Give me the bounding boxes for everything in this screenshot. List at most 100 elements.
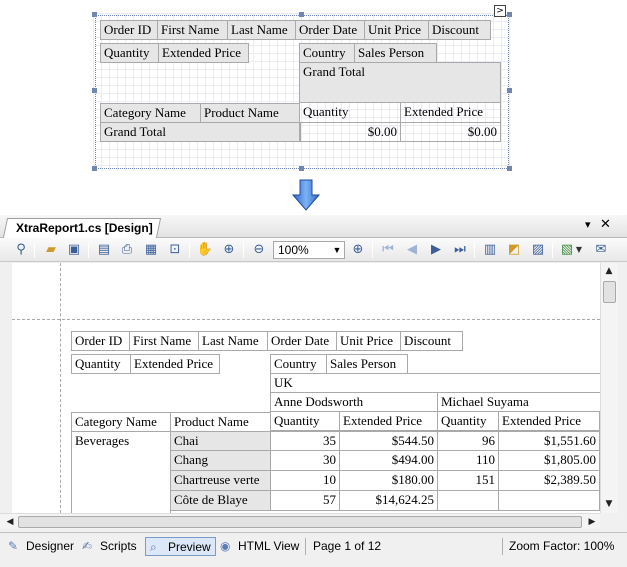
page-setup-icon[interactable]: ▤	[95, 241, 113, 259]
zoom-out-icon[interactable]: ⊖	[250, 241, 268, 259]
html-view-tab[interactable]: ◉ HTML View	[216, 537, 303, 556]
page-margin-line	[12, 319, 600, 320]
data-header-quantity[interactable]: Quantity	[299, 102, 401, 123]
preview-last-name: Last Name	[198, 331, 268, 351]
resize-handle[interactable]	[299, 166, 304, 171]
resize-handle[interactable]	[92, 12, 97, 17]
preview-extended-price-header: Extended Price	[339, 411, 438, 431]
page-indicator: Page 1 of 12	[313, 539, 382, 553]
resize-handle[interactable]	[92, 88, 97, 93]
field-unit-price[interactable]: Unit Price	[364, 20, 429, 40]
zoom-in-icon[interactable]: ⊕	[349, 241, 367, 259]
multiple-pages-icon[interactable]: ▥	[481, 241, 499, 259]
preview-category-name-header: Category Name	[71, 412, 171, 432]
resize-handle[interactable]	[507, 166, 512, 171]
zoom-combobox[interactable]: 100% ▼	[273, 241, 345, 259]
field-order-date[interactable]: Order Date	[295, 20, 365, 40]
field-order-id[interactable]: Order ID	[100, 20, 158, 40]
extended-price-cell: $1,805.00	[498, 450, 600, 471]
sales-person-value: Anne Dodsworth	[270, 392, 438, 412]
grand-total-row-header[interactable]: Grand Total	[100, 122, 301, 142]
extended-price-cell	[498, 490, 600, 511]
export-icon[interactable]: ⊡	[166, 241, 184, 259]
column-area-sales-person[interactable]: Sales Person	[354, 43, 437, 63]
vertical-scrollbar[interactable]: ▲ ▼	[600, 263, 618, 513]
hand-tool-icon[interactable]: ✋	[196, 241, 214, 259]
category-value: Beverages	[71, 431, 171, 513]
row-area-product-name[interactable]: Product Name	[200, 103, 300, 123]
resize-handle[interactable]	[507, 88, 512, 93]
status-bar: ✎ Designer ✍ Scripts ⌕ Preview ◉ HTML View P…	[0, 532, 627, 558]
designer-tab[interactable]: ✎ Designer	[4, 537, 78, 556]
next-page-icon[interactable]: ▶	[427, 241, 445, 259]
scripts-icon: ✍	[82, 539, 93, 553]
preview-icon: ⌕	[150, 540, 157, 554]
resize-handle[interactable]	[299, 12, 304, 17]
preview-page[interactable]: Order ID First Name Last Name Order Date…	[12, 263, 600, 513]
scroll-left-icon[interactable]: ◀	[2, 514, 18, 530]
quantity-cell: 35	[270, 431, 340, 451]
send-email-icon[interactable]: ✉	[592, 241, 610, 259]
watermark-icon[interactable]: ▨	[529, 241, 547, 259]
arrow-down-icon	[292, 179, 320, 211]
quantity-cell: 30	[270, 450, 340, 471]
product-name-cell: Chang	[170, 450, 271, 471]
preview-tab[interactable]: ⌕ Preview	[145, 537, 216, 556]
previous-page-icon[interactable]: ◀	[403, 241, 421, 259]
smart-tag-icon[interactable]: >	[494, 5, 506, 17]
window-position-dropdown-icon[interactable]: ▾	[585, 218, 591, 231]
first-page-icon[interactable]: ⏮	[379, 241, 397, 259]
print-icon[interactable]: ⎙	[118, 241, 136, 259]
grand-total-column-header[interactable]: Grand Total	[299, 62, 501, 103]
field-first-name[interactable]: First Name	[157, 20, 228, 40]
resize-handle[interactable]	[507, 12, 512, 17]
column-area-country[interactable]: Country	[299, 43, 355, 63]
field-last-name[interactable]: Last Name	[227, 20, 296, 40]
scroll-down-icon[interactable]: ▼	[601, 496, 617, 512]
close-icon[interactable]: ✕	[600, 217, 611, 232]
extended-price-cell: $2,389.50	[498, 470, 600, 491]
open-icon[interactable]: ▰	[42, 241, 60, 259]
background-color-icon[interactable]: ◩	[505, 241, 523, 259]
extended-price-cell: $544.50	[339, 431, 438, 451]
quantity-cell: 10	[270, 470, 340, 491]
scroll-thumb[interactable]	[603, 281, 616, 303]
quantity-cell: 110	[437, 450, 499, 471]
field-quantity[interactable]: Quantity	[100, 43, 159, 63]
search-icon[interactable]: ⚲	[12, 241, 30, 259]
document-tab[interactable]: XtraReport1.cs [Design]	[2, 218, 161, 238]
document-tab-strip: XtraReport1.cs [Design] ▾ ✕	[0, 215, 627, 238]
product-name-cell: Chai	[170, 431, 271, 451]
quantity-cell: 96	[437, 431, 499, 451]
scroll-right-icon[interactable]: ▶	[584, 514, 600, 530]
extended-price-cell: $14,624.25	[339, 490, 438, 511]
zoom-factor-indicator[interactable]: Zoom Factor: 100%	[505, 537, 618, 556]
scroll-up-icon[interactable]: ▲	[601, 263, 617, 279]
last-page-icon[interactable]: ⏭	[451, 241, 469, 259]
extended-price-cell: $494.00	[339, 450, 438, 471]
horizontal-scrollbar[interactable]: ◀ ▶	[0, 513, 600, 529]
magnifier-icon[interactable]: ⊕	[220, 241, 238, 259]
quick-print-icon[interactable]: ▦	[142, 241, 160, 259]
designer-icon: ✎	[8, 539, 19, 553]
grand-total-quantity[interactable]: $0.00	[299, 122, 401, 142]
field-discount[interactable]: Discount	[428, 20, 491, 40]
export-dropdown-icon[interactable]: ▼	[574, 241, 584, 259]
resize-handle[interactable]	[92, 166, 97, 171]
save-icon[interactable]: ▣	[65, 241, 83, 259]
preview-extended-price-header: Extended Price	[498, 411, 600, 431]
data-header-extended-price[interactable]: Extended Price	[400, 102, 501, 123]
preview-quantity-header: Quantity	[437, 411, 499, 431]
grand-total-extended-price[interactable]: $0.00	[400, 122, 501, 142]
product-name-cell: Chartreuse verte	[170, 470, 271, 491]
field-extended-price[interactable]: Extended Price	[158, 43, 249, 63]
chevron-down-icon[interactable]: ▼	[331, 242, 343, 258]
scripts-tab[interactable]: ✍ Scripts	[78, 537, 141, 556]
scroll-thumb[interactable]	[18, 516, 582, 528]
preview-product-name-header: Product Name	[170, 412, 271, 432]
preview-quantity-header: Quantity	[270, 411, 340, 431]
quantity-cell: 57	[270, 490, 340, 511]
extended-price-cell: $180.00	[339, 470, 438, 491]
preview-discount: Discount	[400, 331, 463, 351]
row-area-category-name[interactable]: Category Name	[100, 103, 201, 123]
